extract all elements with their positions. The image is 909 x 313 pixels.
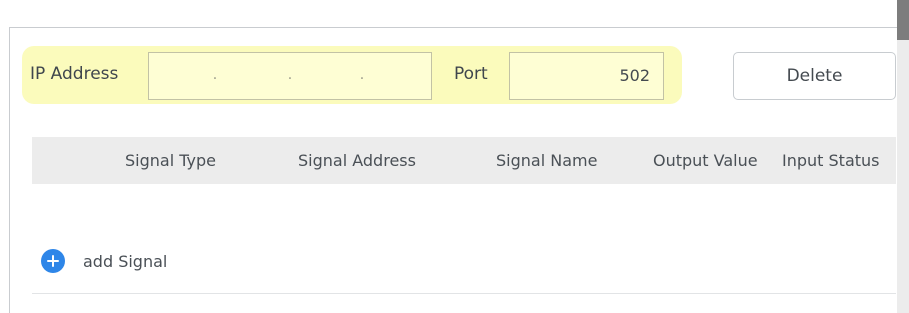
- column-output-value: Output Value: [653, 151, 758, 170]
- ip-separator-1: .: [212, 67, 218, 83]
- scrollbar-thumb[interactable]: [897, 0, 909, 40]
- signal-table-header: Signal Type Signal Address Signal Name O…: [32, 137, 896, 184]
- port-input[interactable]: 502: [509, 52, 664, 100]
- delete-button[interactable]: Delete: [733, 52, 896, 100]
- column-signal-name: Signal Name: [496, 151, 598, 170]
- column-signal-address: Signal Address: [298, 151, 416, 170]
- column-signal-type: Signal Type: [125, 151, 216, 170]
- plus-circle-icon[interactable]: [41, 249, 65, 273]
- ip-address-label: IP Address: [30, 64, 119, 84]
- add-signal-button[interactable]: add Signal: [41, 247, 167, 275]
- add-signal-label[interactable]: add Signal: [83, 252, 167, 271]
- divider: [32, 293, 896, 294]
- signal-config-page: IP Address . . . Port 502 Delete Signal …: [0, 0, 909, 313]
- port-label: Port: [454, 64, 488, 84]
- ip-separator-2: .: [287, 67, 293, 83]
- ip-separator-3: .: [359, 67, 365, 83]
- ip-address-input[interactable]: . . .: [148, 52, 432, 100]
- column-input-status: Input Status: [782, 151, 880, 170]
- vertical-scrollbar[interactable]: [897, 0, 909, 313]
